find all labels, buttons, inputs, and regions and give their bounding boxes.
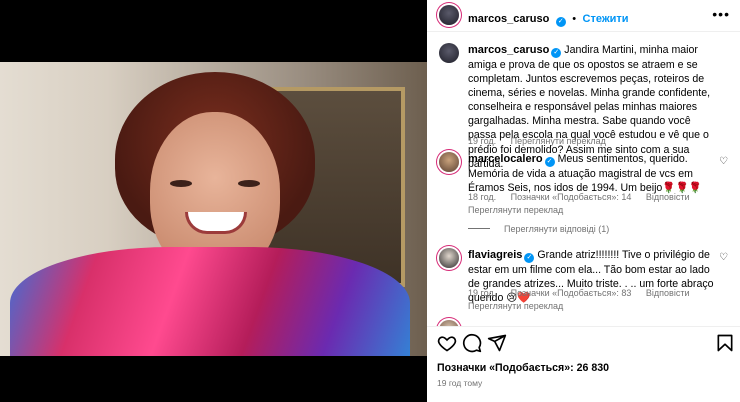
caption-username[interactable]: marcos_caruso bbox=[468, 44, 549, 56]
caption-author-avatar[interactable] bbox=[439, 43, 459, 63]
comment-meta: 18 год. Позначки «Подобається»: 14 Відпо… bbox=[468, 192, 701, 202]
author-username[interactable]: marcos_caruso bbox=[468, 13, 549, 25]
comment-likes-count[interactable]: Позначки «Подобається»: 14 bbox=[511, 192, 632, 202]
verified-badge-icon: ✓ bbox=[524, 253, 535, 263]
comment-username[interactable]: flaviagreis bbox=[468, 249, 522, 261]
photo-scarf bbox=[10, 247, 410, 356]
author-avatar[interactable] bbox=[439, 5, 459, 25]
caption-text: Jandira Martini, minha maior amiga e pro… bbox=[468, 44, 711, 170]
share-icon[interactable] bbox=[487, 333, 507, 353]
view-replies-label[interactable]: Переглянути відповіді (1) bbox=[504, 224, 609, 234]
post-actions-bar: Позначки «Подобається»: 26 830 19 год то… bbox=[427, 326, 740, 402]
caption-meta: 19 год. Переглянути переклад bbox=[468, 136, 618, 146]
post-likes-count[interactable]: Позначки «Подобається»: 26 830 bbox=[437, 362, 609, 374]
comment-time[interactable]: 19 год. bbox=[468, 288, 496, 298]
verified-badge-icon: ✓ bbox=[555, 17, 566, 27]
comment-time[interactable]: 18 год. bbox=[468, 192, 496, 202]
post-media-area bbox=[0, 0, 427, 402]
post-time-ago[interactable]: 19 год тому bbox=[437, 378, 482, 388]
caption-translate-link[interactable]: Переглянути переклад bbox=[511, 136, 606, 146]
separator-dot: • bbox=[572, 13, 577, 25]
comment-likes-count[interactable]: Позначки «Подобається»: 83 bbox=[511, 288, 632, 298]
post-header: marcos_caruso ✓ • Стежити ••• bbox=[427, 0, 740, 32]
comment-translate-label[interactable]: Переглянути переклад bbox=[468, 205, 563, 215]
comment-like-heart-icon[interactable]: ♡ bbox=[719, 156, 728, 167]
comment-translate-link[interactable]: Переглянути переклад bbox=[468, 205, 575, 215]
bookmark-icon[interactable] bbox=[715, 333, 735, 353]
commenter-avatar[interactable] bbox=[439, 152, 459, 172]
comment-username[interactable]: marcelocalero bbox=[468, 153, 543, 165]
commenter-avatar[interactable] bbox=[439, 248, 459, 268]
verified-badge-icon: ✓ bbox=[551, 48, 562, 58]
post-photo[interactable] bbox=[0, 62, 427, 356]
comment-meta: 19 год. Позначки «Подобається»: 83 Відпо… bbox=[468, 288, 701, 298]
instagram-post-dialog: marcos_caruso ✓ • Стежити ••• marcos_car… bbox=[0, 0, 740, 402]
photo-eye-left bbox=[170, 180, 192, 187]
comment-translate-link[interactable]: Переглянути переклад bbox=[468, 301, 575, 311]
view-replies-button[interactable]: Переглянути відповіді (1) bbox=[468, 224, 609, 234]
comment-icon[interactable] bbox=[462, 333, 482, 353]
follow-button[interactable]: Стежити bbox=[583, 13, 629, 25]
comment-translate-label[interactable]: Переглянути переклад bbox=[468, 301, 563, 311]
verified-badge-icon: ✓ bbox=[544, 157, 555, 167]
comment-reply-button[interactable]: Відповісти bbox=[646, 192, 690, 202]
comment-like-heart-icon[interactable]: ♡ bbox=[719, 252, 728, 263]
heart-icon[interactable] bbox=[437, 333, 457, 353]
comment-text-block: marcelocalero ✓ Meus sentimentos, querido… bbox=[468, 152, 718, 195]
caption-time[interactable]: 19 год. bbox=[468, 136, 496, 146]
comments-scroll-area[interactable]: marcos_caruso ✓ Jandira Martini, minha ma… bbox=[427, 33, 740, 326]
more-options-icon[interactable]: ••• bbox=[712, 6, 730, 22]
photo-eye-right bbox=[238, 180, 260, 187]
replies-line bbox=[468, 228, 490, 229]
post-side-panel: marcos_caruso ✓ • Стежити ••• marcos_car… bbox=[427, 0, 740, 402]
comment-reply-button[interactable]: Відповісти bbox=[646, 288, 690, 298]
